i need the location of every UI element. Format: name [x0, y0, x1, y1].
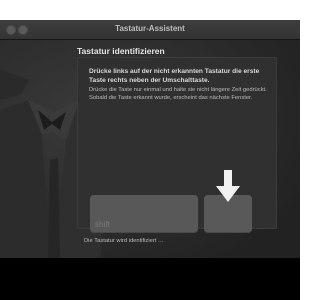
minimize-button[interactable]: [18, 25, 28, 35]
close-button[interactable]: [6, 25, 16, 35]
instruction-title: Drücke links auf der nicht erkannten Tas…: [89, 68, 260, 84]
shift-key-label: shift: [95, 220, 110, 229]
keyboard-assistant-window: Tastatur-Assistent Tastatur identifizier…: [0, 20, 300, 258]
window-title: Tastatur-Assistent: [115, 24, 185, 33]
page-heading: Tastatur identifizieren: [77, 46, 165, 56]
title-bar: Tastatur-Assistent: [0, 20, 300, 40]
instruction-panel: Drücke links auf der nicht erkannten Tas…: [77, 57, 277, 233]
status-text: Die Tastatur wird identifiziert …: [84, 238, 164, 244]
shift-key-illustration: shift: [90, 195, 198, 233]
instruction-body: Drücke die Taste nur einmal und halte si…: [89, 87, 267, 102]
bottom-black-area: [0, 258, 300, 300]
down-arrow-icon: [216, 170, 240, 202]
